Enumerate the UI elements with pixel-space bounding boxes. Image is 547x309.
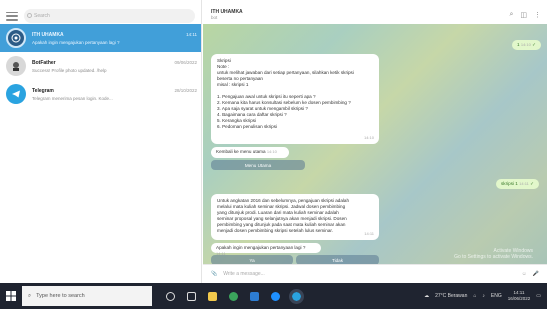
botfather-icon bbox=[13, 62, 19, 71]
menu-icon[interactable] bbox=[6, 11, 18, 21]
chat-item-botfather[interactable]: BotFather 09/06/2022 Success! Profile pho… bbox=[0, 52, 201, 80]
telegram-window: – ☐ ✕ Search ITH UHAMKA14:11 Apakah ingi… bbox=[0, 0, 547, 283]
chat-preview: Apakah ingin mengajukan pertanyaan lagi … bbox=[32, 39, 120, 45]
chat-name: BotFather bbox=[32, 59, 56, 66]
menu-utama-button[interactable]: Menu Utama bbox=[211, 160, 305, 170]
clock-date: 16/06/2022 bbox=[507, 296, 531, 301]
taskbar-search-input[interactable]: ⌕ Type here to search bbox=[22, 286, 152, 306]
avatar bbox=[6, 84, 26, 104]
windows-logo-icon bbox=[6, 291, 16, 301]
incoming-message-menu: Skripsi Note : untuk melihat jawaban dari … bbox=[211, 54, 379, 144]
message-time: 14:10 bbox=[520, 42, 531, 47]
message-time: 14:10 bbox=[363, 135, 374, 140]
network-icon[interactable]: ⌂ bbox=[473, 293, 476, 299]
outgoing-message: skripsi 1 14:11 ✓ bbox=[496, 179, 539, 189]
message-text: Skripsi Note : untuk melihat jawaban dari … bbox=[217, 58, 373, 130]
chat-time: 14:11 bbox=[186, 31, 197, 37]
message-composer: 📎 Write a message... ☺ 🎤 bbox=[203, 264, 547, 283]
weather-icon[interactable]: ☁ bbox=[424, 293, 429, 299]
attach-icon[interactable]: 📎 bbox=[211, 271, 217, 277]
chat-preview: Telegram menerima pesan login. Kode... bbox=[32, 95, 113, 101]
message-text: Kembali ke menu utama bbox=[216, 149, 266, 154]
clock[interactable]: 14:11 16/06/2022 bbox=[508, 290, 531, 302]
store-icon[interactable] bbox=[250, 291, 259, 301]
message-line: 6. Pedoman penulisan skripsi bbox=[217, 124, 278, 129]
conversation-header[interactable]: ITH UHAMKA bot ⌕ ◫ ⋮ bbox=[203, 0, 547, 24]
incoming-message-answer: Untuk angkatan 2016 dan sebelumnya, peng… bbox=[211, 194, 379, 240]
system-tray: ☁ 27°C Berawan ⌂ ♪ ENG 14:11 16/06/2022 … bbox=[424, 290, 547, 302]
language-indicator[interactable]: ENG bbox=[491, 293, 502, 299]
weather-text[interactable]: 27°C Berawan bbox=[435, 293, 467, 299]
edge-icon[interactable] bbox=[271, 291, 280, 301]
microphone-icon[interactable]: 🎤 bbox=[533, 271, 539, 277]
message-area[interactable]: 1 14:10 ✓ Skripsi Note : untuk melihat jaw… bbox=[203, 24, 547, 264]
windows-taskbar: ⌕ Type here to search ☁ 27°C Berawan ⌂ ♪… bbox=[0, 283, 547, 309]
message-text: Untuk angkatan 2016 dan sebelumnya, peng… bbox=[217, 198, 373, 234]
message-input[interactable]: Write a message... bbox=[223, 271, 515, 277]
volume-icon[interactable]: ♪ bbox=[482, 293, 485, 299]
chat-name: Telegram bbox=[32, 87, 54, 94]
chat-name: ITH UHAMKA bbox=[32, 31, 64, 38]
logo-icon bbox=[11, 33, 21, 43]
chat-time: 09/06/2022 bbox=[174, 59, 197, 65]
outgoing-message: 1 14:10 ✓ bbox=[512, 40, 541, 50]
search-placeholder: Search bbox=[34, 13, 50, 19]
message-text: 1 bbox=[517, 42, 520, 47]
notifications-icon[interactable]: ▭ bbox=[536, 293, 541, 299]
chat-list-panel: Search ITH UHAMKA 14:11 Apakah ingin meng… bbox=[0, 0, 202, 283]
watermark-sub: Go to Settings to activate Windows. bbox=[454, 254, 533, 260]
file-explorer-icon[interactable] bbox=[208, 291, 217, 301]
task-view-icon[interactable] bbox=[187, 291, 196, 301]
taskbar-apps bbox=[166, 288, 304, 304]
message-time: 14:11 bbox=[519, 181, 529, 186]
activate-windows-watermark: Activate Windows Go to Settings to activ… bbox=[454, 248, 533, 260]
cortana-icon[interactable] bbox=[166, 291, 175, 301]
chat-preview: Success! Profile photo updated. /help bbox=[32, 67, 107, 73]
avatar bbox=[6, 28, 26, 48]
yes-button[interactable]: Ya bbox=[211, 255, 293, 264]
no-button[interactable]: Tidak bbox=[296, 255, 379, 264]
search-input[interactable]: Search bbox=[24, 9, 195, 23]
chat-time: 28/10/2022 bbox=[174, 87, 197, 93]
avatar bbox=[6, 56, 26, 76]
search-icon: ⌕ bbox=[28, 292, 32, 299]
chrome-icon[interactable] bbox=[229, 291, 238, 301]
more-options-icon[interactable]: ⋮ bbox=[534, 11, 541, 19]
chat-item-ith-uhamka[interactable]: ITH UHAMKA 14:11 Apakah ingin mengajukan … bbox=[0, 24, 201, 52]
search-icon bbox=[27, 13, 32, 18]
message-line: menjadi dosen pembimbing skripsi setelah… bbox=[217, 228, 333, 233]
taskbar-search-placeholder: Type here to search bbox=[36, 293, 85, 299]
telegram-taskbar-icon[interactable] bbox=[289, 288, 304, 304]
incoming-message-back: Kembali ke menu utama 14:10 bbox=[211, 147, 289, 158]
conversation-status: bot bbox=[211, 15, 218, 20]
message-text: Apakah ingin mengajukan pertanyaan lagi … bbox=[216, 245, 306, 250]
emoji-icon[interactable]: ☺ bbox=[522, 271, 527, 277]
message-time: 14:10 bbox=[266, 149, 277, 154]
incoming-message-ask: Apakah ingin mengajukan pertanyaan lagi … bbox=[211, 243, 321, 256]
message-text: skripsi 1 bbox=[501, 181, 518, 186]
conversation-panel: ITH UHAMKA bot ⌕ ◫ ⋮ 1 14:10 ✓ Skripsi No… bbox=[203, 0, 547, 283]
chat-item-telegram[interactable]: Telegram 28/10/2022 Telegram menerima pes… bbox=[0, 80, 201, 108]
start-button[interactable] bbox=[0, 283, 22, 309]
chat-list-header: Search bbox=[0, 0, 201, 24]
telegram-icon bbox=[12, 90, 20, 98]
sidebar-toggle-icon[interactable]: ◫ bbox=[520, 11, 527, 19]
search-icon[interactable]: ⌕ bbox=[509, 11, 513, 19]
message-time: 14:11 bbox=[364, 231, 374, 236]
